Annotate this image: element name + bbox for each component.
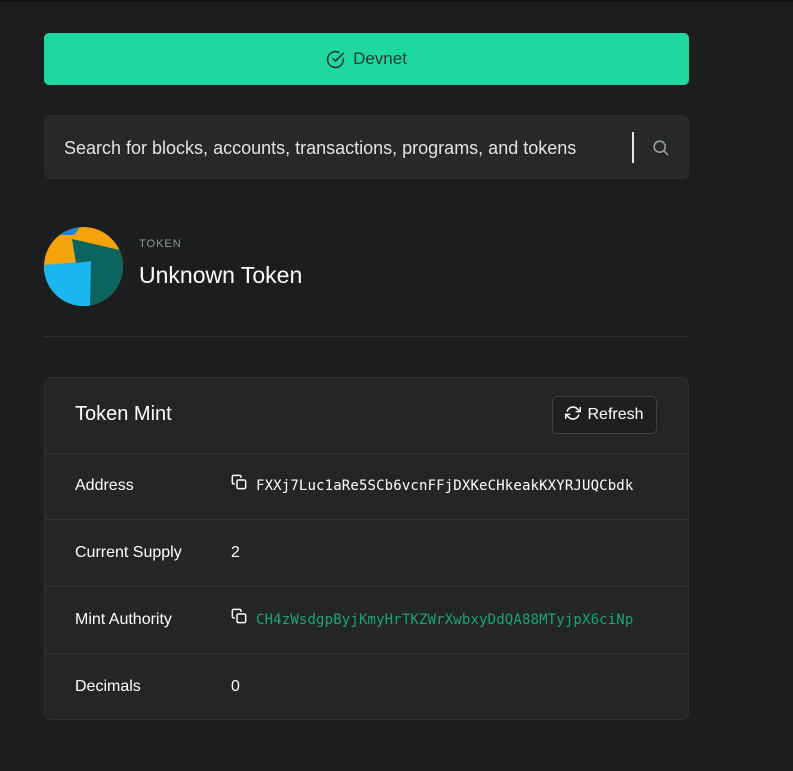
address-value: FXXj7Luc1aRe5SCb6vcnFFjDXKeCHkeakKXYRJUQ… <box>256 478 634 494</box>
search-separator <box>632 132 634 163</box>
card-header: Token Mint Refresh <box>45 378 688 454</box>
page-title: Unknown Token <box>139 262 303 288</box>
decimals-value: 0 <box>231 678 240 695</box>
refresh-button[interactable]: Refresh <box>552 396 657 434</box>
cluster-label: Devnet <box>353 49 407 68</box>
token-mint-card: Token Mint Refresh Address FXXj7Luc1aRe5… <box>44 377 689 720</box>
search-input[interactable] <box>62 116 626 180</box>
search-icon[interactable] <box>651 138 670 162</box>
page-eyebrow: TOKEN <box>139 238 182 250</box>
copy-icon[interactable] <box>231 587 247 653</box>
table-row-decimals: Decimals 0 <box>45 654 688 719</box>
search-bar <box>44 115 689 180</box>
token-identicon <box>44 227 123 306</box>
row-label: Decimals <box>75 678 141 695</box>
refresh-label: Refresh <box>587 406 644 423</box>
mint-authority-link[interactable]: CH4zWsdgpByjKmyHrTKZWrXwbxyDdQA88MTyjpX6… <box>256 587 633 653</box>
header-divider <box>44 336 689 337</box>
row-label: Mint Authority <box>75 611 172 628</box>
copy-icon[interactable] <box>231 453 247 519</box>
row-value: FXXj7Luc1aRe5SCb6vcnFFjDXKeCHkeakKXYRJUQ… <box>231 453 633 519</box>
table-row-mint-authority: Mint Authority CH4zWsdgpByjKmyHrTKZWrXwb… <box>45 587 688 654</box>
row-label: Current Supply <box>75 544 182 561</box>
cluster-status-button[interactable]: Devnet <box>44 33 689 85</box>
top-border <box>0 0 793 2</box>
current-supply-value: 2 <box>231 544 240 561</box>
check-circle-icon <box>326 50 345 69</box>
table-row-address: Address FXXj7Luc1aRe5SCb6vcnFFjDXKeCHkea… <box>45 453 688 520</box>
refresh-icon <box>565 405 582 426</box>
row-value: CH4zWsdgpByjKmyHrTKZWrXwbxyDdQA88MTyjpX6… <box>231 587 633 653</box>
row-label: Address <box>75 477 134 494</box>
card-title: Token Mint <box>75 403 172 425</box>
table-row-current-supply: Current Supply 2 <box>45 520 688 587</box>
